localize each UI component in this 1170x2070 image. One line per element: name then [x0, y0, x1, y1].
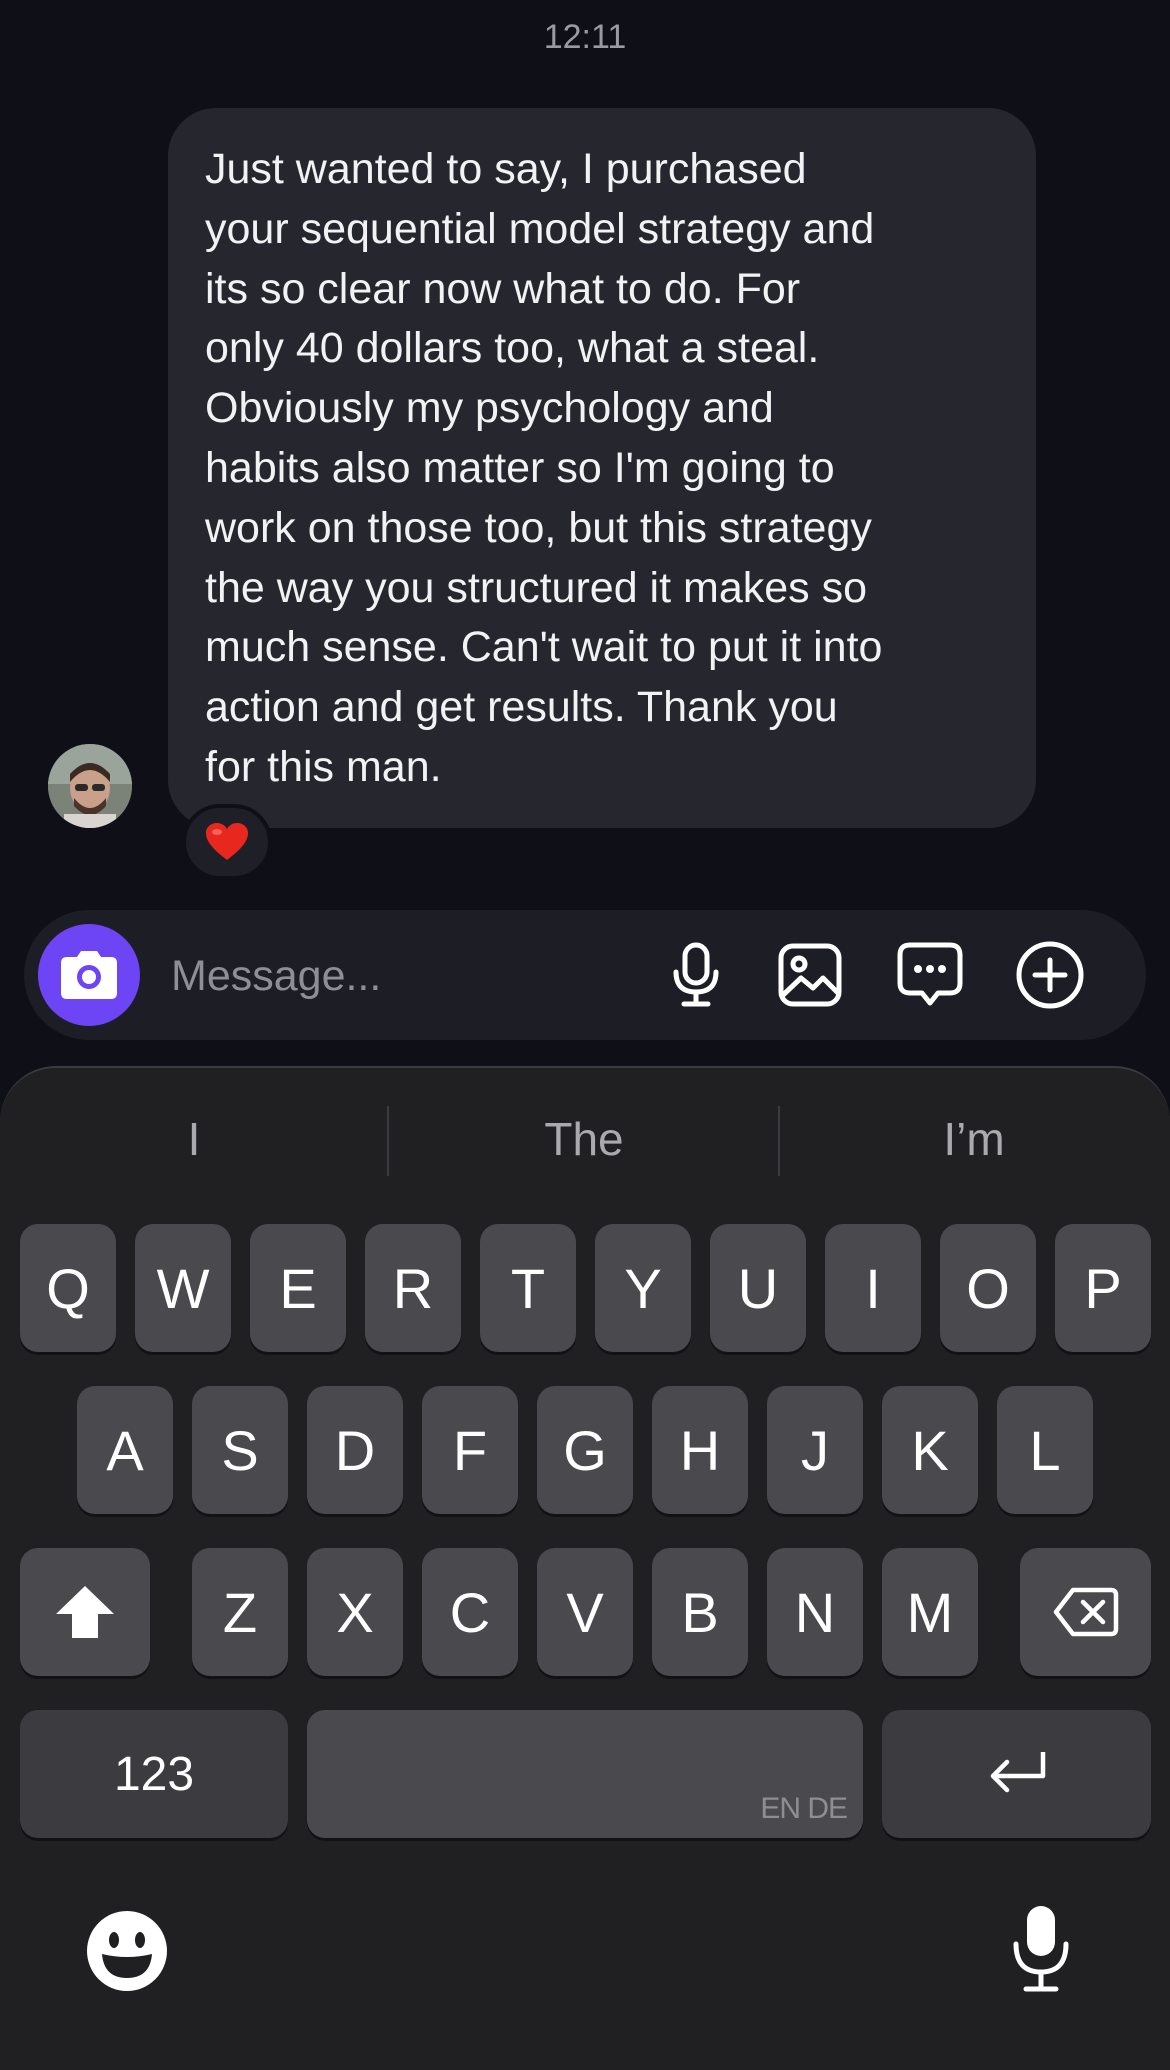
key-y[interactable]: Y [595, 1224, 691, 1352]
suggestion-1[interactable]: I [0, 1112, 388, 1166]
key-c[interactable]: C [422, 1548, 518, 1676]
shift-key[interactable] [20, 1548, 150, 1676]
emoji-icon [87, 1911, 167, 1991]
heart-icon [206, 823, 248, 860]
voice-message-button[interactable] [658, 937, 734, 1013]
key-w[interactable]: W [135, 1224, 231, 1352]
gallery-button[interactable] [772, 937, 848, 1013]
key-j[interactable]: J [767, 1386, 863, 1514]
incoming-message-bubble[interactable]: Just wanted to say, I purchased your seq… [168, 108, 1036, 828]
key-z[interactable]: Z [192, 1548, 288, 1676]
key-m[interactable]: M [882, 1548, 978, 1676]
emoji-button[interactable] [86, 1910, 168, 1992]
suggestion-divider [387, 1106, 389, 1176]
key-a[interactable]: A [77, 1386, 173, 1514]
return-icon [990, 1752, 1045, 1793]
key-v[interactable]: V [537, 1548, 633, 1676]
on-screen-keyboard: I The I’m Q W E R T Y U I O P A S D F G … [0, 1066, 1170, 2070]
suggestion-2[interactable]: The [390, 1112, 778, 1166]
chat-bubble-icon [897, 942, 963, 1006]
key-l[interactable]: L [997, 1386, 1093, 1514]
image-icon [778, 943, 842, 1007]
key-k[interactable]: K [882, 1386, 978, 1514]
key-n[interactable]: N [767, 1548, 863, 1676]
key-g[interactable]: G [537, 1386, 633, 1514]
message-text: Just wanted to say, I purchased your seq… [205, 145, 883, 791]
key-f[interactable]: F [422, 1386, 518, 1514]
suggestion-3[interactable]: I’m [780, 1112, 1168, 1166]
key-o[interactable]: O [940, 1224, 1036, 1352]
numbers-key[interactable]: 123 [20, 1710, 288, 1838]
message-input[interactable] [169, 940, 653, 1012]
camera-button[interactable] [38, 924, 140, 1026]
key-b[interactable]: B [652, 1548, 748, 1676]
sticker-button[interactable] [892, 937, 968, 1013]
microphone-icon [673, 942, 719, 1007]
keyboard-language-label: EN DE [760, 1792, 848, 1825]
key-x[interactable]: X [307, 1548, 403, 1676]
backspace-icon [1053, 1587, 1118, 1637]
backspace-key[interactable] [1020, 1548, 1151, 1676]
sender-avatar[interactable] [48, 744, 132, 828]
dictation-button[interactable] [1010, 1904, 1072, 1994]
space-key[interactable]: EN DE [307, 1710, 863, 1838]
key-d[interactable]: D [307, 1386, 403, 1514]
plus-circle-icon [1016, 941, 1084, 1009]
camera-icon [61, 951, 117, 999]
message-timestamp: 12:11 [543, 18, 627, 56]
key-t[interactable]: T [480, 1224, 576, 1352]
return-key[interactable] [882, 1710, 1151, 1838]
key-i[interactable]: I [825, 1224, 921, 1352]
heart-reaction[interactable] [182, 804, 272, 880]
shift-icon [56, 1586, 114, 1638]
more-options-button[interactable] [1012, 937, 1088, 1013]
key-p[interactable]: P [1055, 1224, 1151, 1352]
key-s[interactable]: S [192, 1386, 288, 1514]
key-r[interactable]: R [365, 1224, 461, 1352]
key-u[interactable]: U [710, 1224, 806, 1352]
key-h[interactable]: H [652, 1386, 748, 1514]
key-q[interactable]: Q [20, 1224, 116, 1352]
dictation-icon [1013, 1906, 1069, 1992]
message-composer [24, 910, 1146, 1040]
key-e[interactable]: E [250, 1224, 346, 1352]
